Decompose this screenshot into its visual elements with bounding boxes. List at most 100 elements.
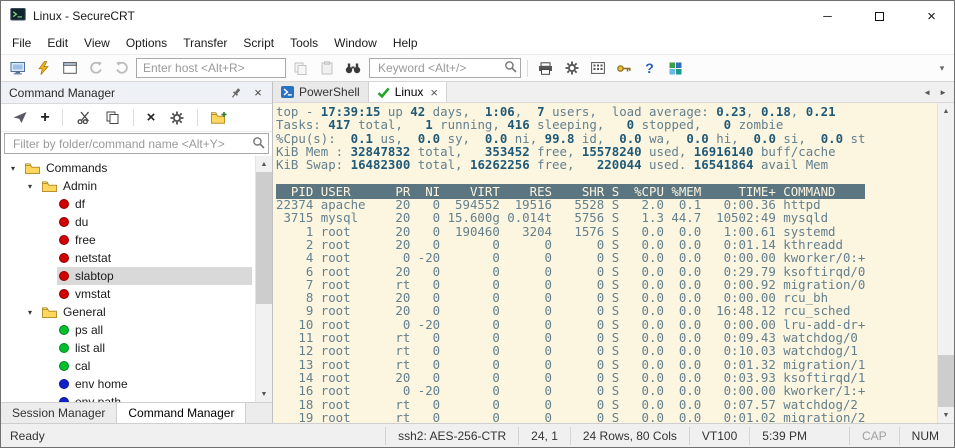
tree-item-free[interactable]: free [1,231,255,249]
tree-item-list-all[interactable]: list all [1,339,255,357]
menu-tools[interactable]: Tools [282,32,326,54]
minimize-button[interactable]: ─ [805,1,850,31]
terminal-scroll-track[interactable] [938,119,954,407]
terminal-screen[interactable]: top - 17:39:15 up 42 days, 1:06, 7 users… [273,103,937,423]
tree-scroll-track[interactable] [256,172,272,386]
tree-item-du[interactable]: du [1,213,255,231]
tree-item-general[interactable]: ▾General [1,303,255,321]
keyword-input[interactable] [376,60,504,76]
tab-scroll-left-icon[interactable]: ◄ [923,88,931,97]
toolbar-separator [197,109,198,126]
tree-item-slabtop[interactable]: slabtop [1,267,255,285]
tab-close-icon[interactable]: × [430,85,438,100]
tree-item-label: cal [75,359,90,373]
menu-help[interactable]: Help [385,32,426,54]
help-button[interactable]: ? [638,57,661,80]
find-button[interactable] [341,57,364,80]
tree-item-label: free [75,233,96,247]
tree-scrollbar[interactable]: ▲ ▼ [255,156,272,402]
tree-item-label: env path [75,395,121,402]
process-row: 8 root 20 0 0 0 0 S 0.0 0.0 0:00.00 rcu_… [276,291,937,304]
menu-transfer[interactable]: Transfer [175,32,235,54]
connect-in-tab-button[interactable] [58,57,81,80]
menu-file[interactable]: File [4,32,39,54]
copy-command-button[interactable] [101,106,124,129]
menu-window[interactable]: Window [326,32,385,54]
toolbar-separator [133,109,134,126]
tree-row-body: slabtop [57,267,252,285]
tree-row-body: free [57,231,252,249]
command-tree: ▾Commands▾Admindfdufreenetstatslabtopvms… [1,156,255,402]
menu-bar: FileEditViewOptionsTransferScriptToolsWi… [1,31,954,54]
app-launcher-button[interactable] [664,57,687,80]
close-button[interactable]: × [909,1,954,31]
menu-options[interactable]: Options [118,32,175,54]
status-caps-lock: CAP [849,427,899,445]
status-num-lock: NUM [899,427,951,445]
tree-item-label: list all [75,341,105,355]
expander-icon[interactable]: ▾ [28,308,40,317]
tree-row-body: df [57,195,252,213]
toolbar-separator [62,109,63,126]
tree-item-cal[interactable]: cal [1,357,255,375]
tree-item-df[interactable]: df [1,195,255,213]
add-command-button[interactable]: + [37,106,53,129]
pin-icon[interactable] [227,84,245,102]
tab-scroll-right-icon[interactable]: ► [939,88,947,97]
menu-edit[interactable]: Edit [39,32,76,54]
session-options-button[interactable] [560,57,583,80]
send-command-button[interactable] [8,106,31,129]
tree-scroll-thumb[interactable] [256,172,272,304]
terminal-scroll-thumb[interactable] [938,355,954,407]
menu-view[interactable]: View [76,32,118,54]
filter-input[interactable] [11,136,252,152]
tree-item-commands[interactable]: ▾Commands [1,159,255,177]
tree-item-admin[interactable]: ▾Admin [1,177,255,195]
tree-row-body: list all [57,339,252,357]
keymap-button[interactable] [586,57,609,80]
new-folder-button[interactable] [207,106,230,129]
reconnect-button[interactable] [84,57,107,80]
tree-item-vmstat[interactable]: vmstat [1,285,255,303]
host-input[interactable] [136,58,286,78]
toolbar-overflow-icon[interactable]: ▾ [935,63,949,74]
connected-icon [377,87,390,98]
tree-row-body: du [57,213,252,231]
tab-session-manager[interactable]: Session Manager [1,403,117,423]
terminal-scrollbar[interactable]: ▲ ▼ [937,103,954,423]
scroll-up-icon[interactable]: ▲ [256,156,272,172]
paste-button[interactable] [315,57,338,80]
connect-button[interactable] [6,57,29,80]
disconnect-button[interactable] [110,57,133,80]
maximize-button[interactable] [857,1,902,31]
scroll-down-icon[interactable]: ▼ [938,407,954,423]
tree-item-env-home[interactable]: env home [1,375,255,393]
command-dot-icon [59,217,69,227]
cut-button[interactable] [72,106,95,129]
tree-item-ps-all[interactable]: ps all [1,321,255,339]
quick-connect-button[interactable] [32,57,55,80]
menu-script[interactable]: Script [235,32,282,54]
terminal-tab-powershell[interactable]: PowerShell [273,82,369,102]
delete-command-button[interactable]: × [143,106,159,129]
command-dot-icon [59,379,69,389]
terminal-tab-linux[interactable]: Linux× [369,82,447,102]
tree-item-netstat[interactable]: netstat [1,249,255,267]
tree-item-env-path[interactable]: env path [1,393,255,402]
process-row: 22374 apache 20 0 594552 19516 5528 S 2.… [276,198,937,211]
expander-icon[interactable]: ▾ [28,182,40,191]
process-row: 19 root rt 0 0 0 0 S 0.0 0.0 0:01.02 mig… [276,411,937,423]
copy-button[interactable] [289,57,312,80]
expander-icon[interactable]: ▾ [11,164,23,173]
scroll-up-icon[interactable]: ▲ [938,103,954,119]
print-button[interactable] [534,57,557,80]
tab-command-manager[interactable]: Command Manager [117,403,246,423]
process-row: 18 root rt 0 0 0 0 S 0.0 0.0 0:07.57 wat… [276,398,937,411]
command-options-button[interactable] [165,106,188,129]
panel-close-icon[interactable]: × [249,84,267,102]
security-key-button[interactable] [612,57,635,80]
tree-row-body: Admin [40,177,252,195]
tree-wrap: ▾Commands▾Admindfdufreenetstatslabtopvms… [1,156,272,402]
tree-row-body: Commands [23,159,252,177]
scroll-down-icon[interactable]: ▼ [256,386,272,402]
